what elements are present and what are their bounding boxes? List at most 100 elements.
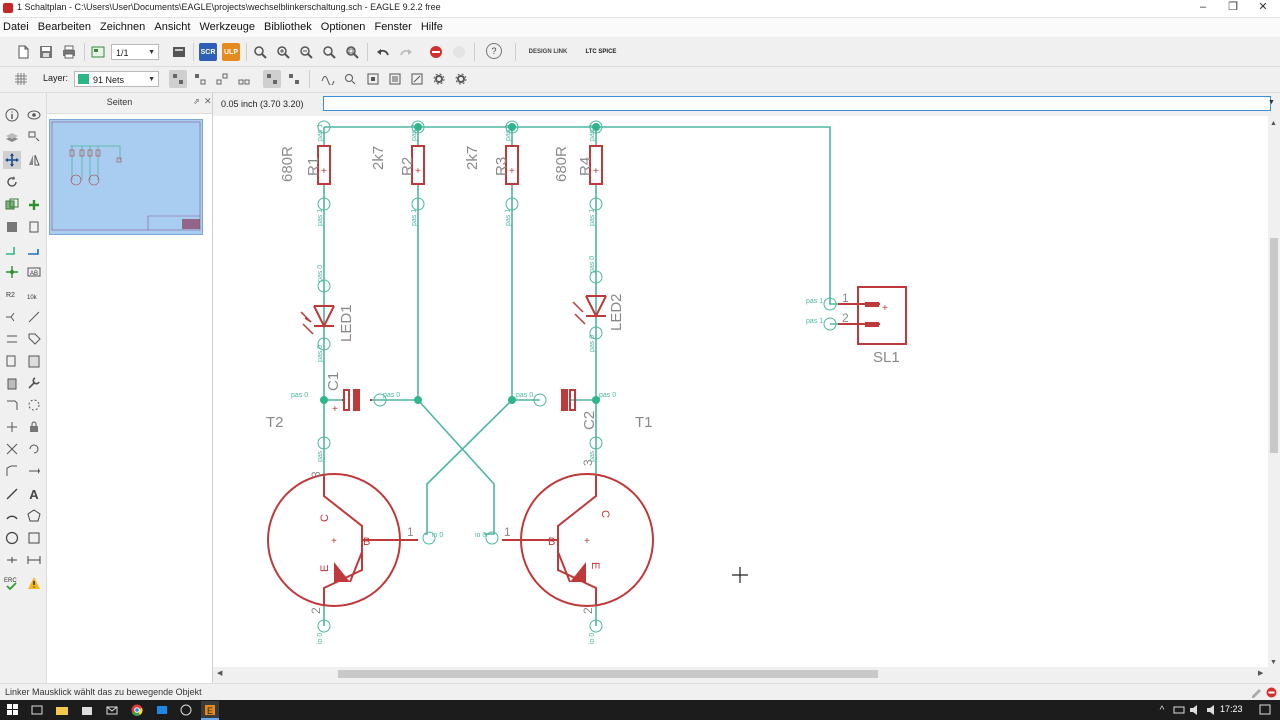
- settings-gear-icon[interactable]: [452, 70, 470, 88]
- minimize-button[interactable]: –: [1186, 0, 1220, 16]
- display-layers-icon[interactable]: [3, 128, 21, 146]
- copy-icon[interactable]: [3, 196, 21, 214]
- mail-icon[interactable]: [105, 703, 119, 717]
- info-icon[interactable]: [3, 106, 21, 124]
- polygon-icon[interactable]: [25, 507, 43, 525]
- paste-icon[interactable]: [3, 352, 21, 370]
- menu-datei[interactable]: Datei: [0, 18, 32, 37]
- component-list-icon[interactable]: [386, 70, 404, 88]
- miter-round-icon[interactable]: [263, 70, 281, 88]
- line-icon[interactable]: [3, 485, 21, 503]
- eagle-taskbar-icon[interactable]: E: [201, 701, 219, 720]
- task-view-icon[interactable]: [30, 703, 44, 717]
- wire-bend-2-icon[interactable]: [213, 70, 231, 88]
- sheet-thumbnail[interactable]: [49, 119, 203, 235]
- show-eye-icon[interactable]: [25, 106, 43, 124]
- app-circle-icon[interactable]: [179, 703, 193, 717]
- search-icon[interactable]: [341, 70, 359, 88]
- junction-icon[interactable]: [3, 263, 21, 281]
- vertical-scrollbar[interactable]: ▲ ▼: [1268, 116, 1280, 667]
- wrench-icon[interactable]: [25, 374, 43, 392]
- file-explorer-icon[interactable]: [55, 703, 69, 717]
- menu-fenster[interactable]: Fenster: [371, 18, 414, 37]
- stop-icon[interactable]: [427, 43, 445, 61]
- circle-icon[interactable]: [3, 529, 21, 547]
- new-file-icon[interactable]: [14, 43, 32, 61]
- net-list-icon[interactable]: [408, 70, 426, 88]
- style-wave-icon[interactable]: [319, 70, 337, 88]
- ltspice-button[interactable]: LTC SPICE: [578, 43, 624, 61]
- zoom-fit-icon[interactable]: [251, 43, 269, 61]
- horizontal-scrollbar[interactable]: ◀ ▶: [213, 667, 1280, 681]
- chrome-icon[interactable]: [130, 703, 144, 717]
- tray-chevron-icon[interactable]: ^: [1155, 703, 1169, 717]
- store-icon[interactable]: [80, 703, 94, 717]
- save-icon[interactable]: [37, 43, 55, 61]
- wire-bend-0-icon[interactable]: [169, 70, 187, 88]
- component-icon[interactable]: [364, 70, 382, 88]
- add-part-icon[interactable]: [25, 196, 43, 214]
- schematic-canvas[interactable]: R1 R2 R3 R4 680R 2k7 2k7 680R LED1 LED2 …: [213, 116, 1268, 667]
- group-icon[interactable]: [3, 218, 21, 236]
- ulp-button[interactable]: ULP: [222, 43, 240, 61]
- frame-icon[interactable]: [3, 551, 21, 569]
- change-icon[interactable]: [25, 440, 43, 458]
- miter-icon[interactable]: [3, 462, 21, 480]
- zoom-in-icon[interactable]: [274, 43, 292, 61]
- undock-icon[interactable]: ⇗: [193, 97, 200, 106]
- split-icon[interactable]: [3, 308, 21, 326]
- stop-small-icon[interactable]: [1266, 687, 1277, 701]
- scroll-left-icon[interactable]: ◀: [217, 669, 222, 677]
- pinswap-icon[interactable]: [3, 330, 21, 348]
- go-icon[interactable]: [450, 43, 468, 61]
- move-icon[interactable]: [3, 151, 21, 169]
- maximize-button[interactable]: ❐: [1216, 0, 1250, 16]
- rotate-icon[interactable]: [3, 173, 21, 191]
- menu-bearbeiten[interactable]: Bearbeiten: [35, 18, 94, 37]
- replace-icon[interactable]: [25, 218, 43, 236]
- notifications-icon[interactable]: [1258, 703, 1272, 717]
- gear-icon[interactable]: [430, 70, 448, 88]
- windows-start-icon[interactable]: [6, 703, 20, 717]
- arc-icon[interactable]: [3, 507, 21, 525]
- miter-straight-icon[interactable]: [285, 70, 303, 88]
- delete-icon[interactable]: [3, 374, 21, 392]
- zoom-redraw-icon[interactable]: [320, 43, 338, 61]
- zoom-select-icon[interactable]: [343, 43, 361, 61]
- cam-processor-icon[interactable]: [170, 43, 188, 61]
- menu-optionen[interactable]: Optionen: [318, 18, 369, 37]
- value-icon[interactable]: 10k: [25, 286, 43, 304]
- volume-icon[interactable]: [1188, 703, 1202, 717]
- menu-zeichnen[interactable]: Zeichnen: [97, 18, 148, 37]
- command-line-input[interactable]: [323, 96, 1271, 111]
- mirror-icon[interactable]: [25, 151, 43, 169]
- scroll-up-icon[interactable]: ▲: [1270, 120, 1277, 127]
- gate-swap-icon[interactable]: [3, 418, 21, 436]
- undo-icon[interactable]: [374, 43, 392, 61]
- menu-hilfe[interactable]: Hilfe: [418, 18, 446, 37]
- net-icon[interactable]: [25, 241, 43, 259]
- speaker-icon[interactable]: [1204, 703, 1218, 717]
- close-button[interactable]: ✕: [1246, 0, 1280, 16]
- close-icon[interactable]: ✕: [204, 96, 212, 107]
- split-wire-icon[interactable]: [25, 462, 43, 480]
- wire-bend-1-icon[interactable]: [191, 70, 209, 88]
- label-icon[interactable]: AB: [25, 263, 43, 281]
- rectangle-icon[interactable]: [25, 529, 43, 547]
- clipboard-icon[interactable]: [25, 352, 43, 370]
- menu-werkzeuge[interactable]: Werkzeuge: [197, 18, 258, 37]
- layer-select[interactable]: 91 Nets ▼: [74, 71, 159, 87]
- design-link-button[interactable]: DESIGN LINK: [528, 43, 568, 61]
- redo-icon[interactable]: [397, 43, 415, 61]
- wire-bend-3-icon[interactable]: [235, 70, 253, 88]
- attribute-tag-icon[interactable]: [25, 330, 43, 348]
- board-switch-icon[interactable]: [89, 43, 107, 61]
- chevron-down-icon[interactable]: ▼: [1268, 99, 1275, 106]
- route-icon[interactable]: [3, 396, 21, 414]
- mark-icon[interactable]: [25, 128, 43, 146]
- app-blue-icon[interactable]: [155, 703, 169, 717]
- menu-bibliothek[interactable]: Bibliothek: [261, 18, 315, 37]
- erc-icon[interactable]: ERC: [3, 574, 21, 592]
- warning-icon[interactable]: [25, 574, 43, 592]
- ratsnest-icon[interactable]: [25, 396, 43, 414]
